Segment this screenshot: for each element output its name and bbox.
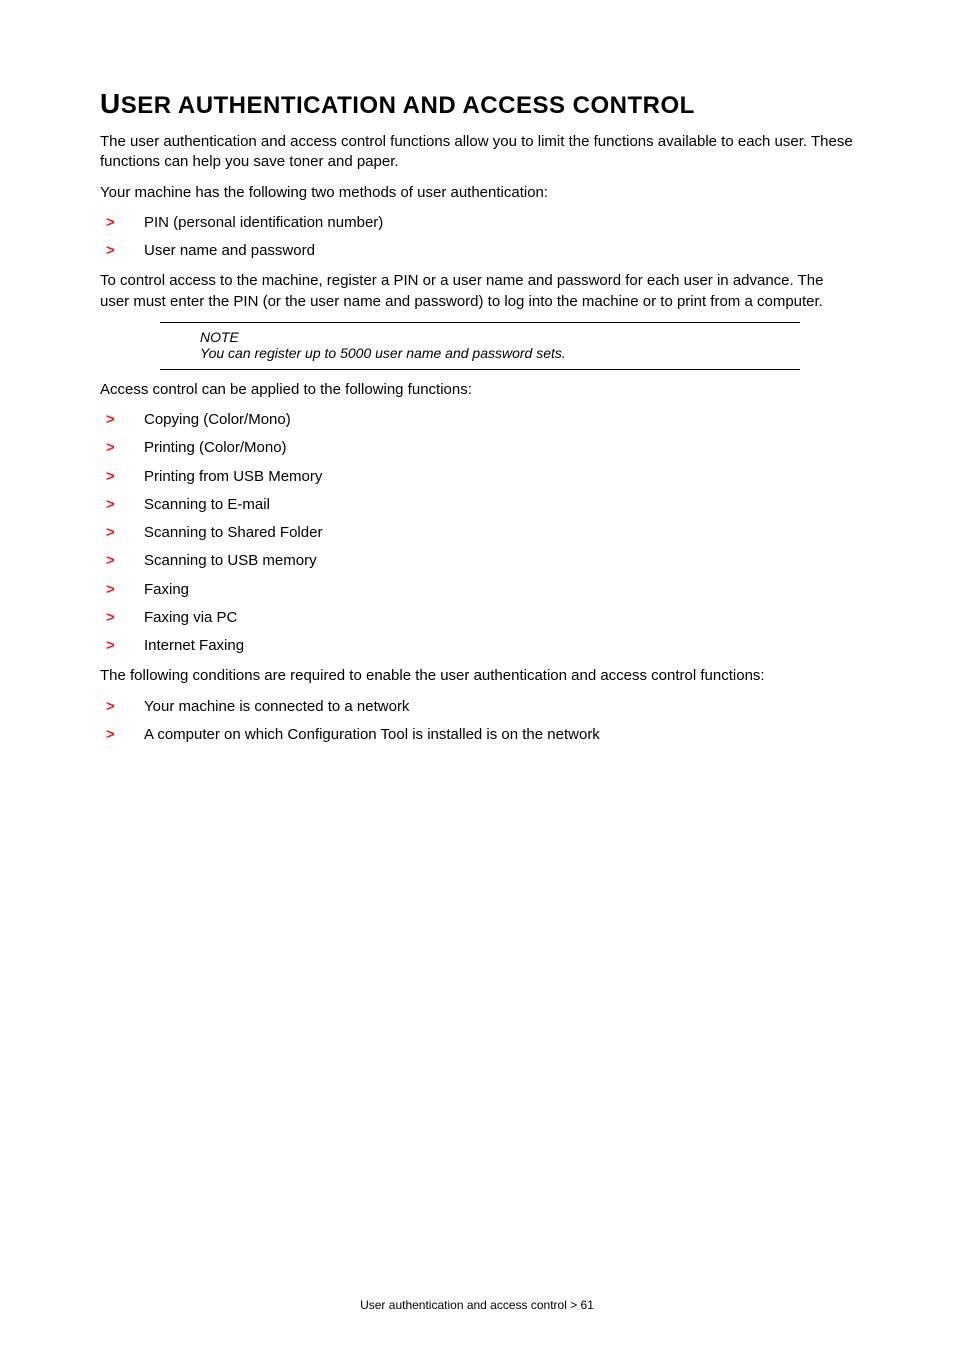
list-item: Printing from USB Memory [100,467,854,487]
list-item: Printing (Color/Mono) [100,438,854,458]
list-item: Faxing [100,580,854,600]
list-functions: Copying (Color/Mono) Printing (Color/Mon… [100,410,854,656]
list-item: Faxing via PC [100,608,854,628]
page-footer: User authentication and access control >… [0,1298,954,1312]
note-title: NOTE [200,329,800,345]
page-heading: USER AUTHENTICATION AND ACCESS CONTROL [100,88,854,120]
list-item: PIN (personal identification number) [100,213,854,233]
page-content: USER AUTHENTICATION AND ACCESS CONTROL T… [0,0,954,1350]
list-item: Scanning to USB memory [100,551,854,571]
list-auth-methods: PIN (personal identification number) Use… [100,213,854,262]
paragraph-intro: The user authentication and access contr… [100,132,854,173]
list-item: A computer on which Configuration Tool i… [100,725,854,745]
heading-rest: SER AUTHENTICATION AND ACCESS CONTROL [121,92,695,119]
list-item: Copying (Color/Mono) [100,410,854,430]
list-conditions: Your machine is connected to a network A… [100,697,854,746]
list-item: Scanning to E-mail [100,495,854,515]
paragraph-methods: Your machine has the following two metho… [100,183,854,203]
list-item: Your machine is connected to a network [100,697,854,717]
list-item: Internet Faxing [100,636,854,656]
paragraph-conditions: The following conditions are required to… [100,666,854,686]
note-block: NOTE You can register up to 5000 user na… [160,322,800,370]
list-item: Scanning to Shared Folder [100,523,854,543]
paragraph-control: To control access to the machine, regist… [100,271,854,312]
paragraph-functions: Access control can be applied to the fol… [100,380,854,400]
note-text: You can register up to 5000 user name an… [200,345,800,361]
list-item: User name and password [100,241,854,261]
heading-first: U [100,88,121,119]
